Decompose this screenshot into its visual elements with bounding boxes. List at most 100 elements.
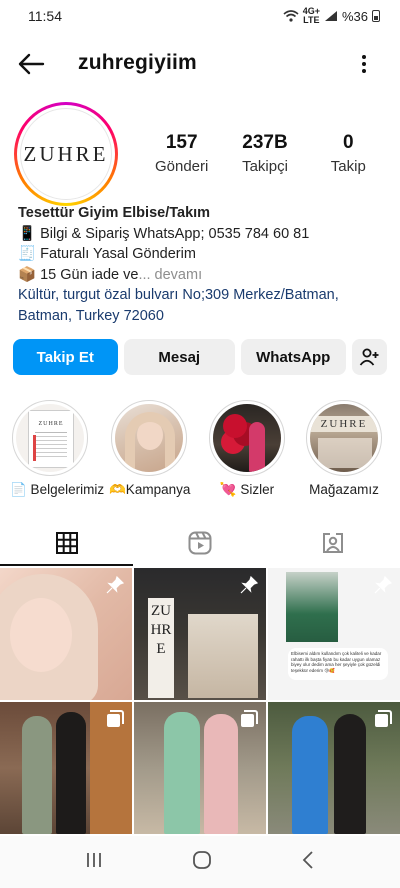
avatar-logo-text: ZUHRE [23, 141, 109, 166]
campaign-hijab [125, 412, 175, 472]
battery-icon [372, 10, 380, 22]
multi-photo-icon [240, 710, 258, 733]
profile-header: zuhregiyiim [0, 40, 400, 88]
profile-actions: Takip Et Mesaj WhatsApp [13, 339, 387, 375]
stat-posts[interactable]: 157 Gönderi [140, 132, 223, 175]
store-sign: ZUHRE [310, 416, 378, 432]
recent-apps-icon [86, 852, 101, 867]
store-sign-text: ZUHRE [320, 418, 368, 430]
post-thumbnail[interactable] [0, 568, 132, 700]
highlight-ring [209, 400, 285, 476]
bio-more-link[interactable]: ... devamı [138, 267, 202, 283]
bio-name: Tesettür Giyim Elbise/Takım [18, 205, 211, 221]
document-thumbnail: ZUHRE [28, 410, 74, 468]
message-button[interactable]: Mesaj [123, 339, 235, 375]
suggested-users-button[interactable] [351, 339, 387, 375]
avatar-story-ring[interactable]: ZUHRE [14, 102, 118, 206]
post-figure-1 [292, 716, 328, 834]
highlight-documents[interactable]: ZUHRE 📄 Belgelerimiz [10, 400, 105, 498]
post-thumbnail[interactable] [268, 702, 400, 834]
bio-line-return-text: 📦 15 Gün iade ve [18, 266, 139, 283]
store-interior [188, 614, 258, 698]
stat-following-label: Takip [330, 158, 366, 175]
chevron-left-icon [303, 850, 313, 869]
recent-apps-button[interactable] [85, 851, 103, 874]
tagged-icon [323, 533, 344, 553]
system-navigation-bar [0, 836, 400, 888]
follow-button[interactable]: Takip Et [13, 339, 118, 375]
add-user-icon [360, 348, 379, 366]
status-icons: 4G+ LTE %36 [283, 7, 380, 25]
tab-tagged[interactable] [267, 520, 400, 566]
grid-icon [55, 532, 78, 554]
bio-address-link[interactable]: Kültür, turgut özal bulvarı No;309 Merke… [18, 285, 388, 326]
highlight-store[interactable]: ZUHRE Mağazamız [304, 400, 384, 497]
highlight-campaign-label: 🫶Kampanya [109, 482, 191, 497]
highlight-documents-cover: ZUHRE [16, 404, 84, 472]
story-highlights: ZUHRE 📄 Belgelerimiz 🫶Kampanya 💘 Sizler [0, 400, 400, 500]
profile-stats: 157 Gönderi 237B Takipçi 0 Takip [140, 132, 390, 175]
post-face-shape [10, 598, 72, 672]
status-bar: 11:54 4G+ LTE %36 [0, 0, 400, 32]
stat-following-value: 0 [343, 132, 354, 153]
profile-username: zuhregiyiim [78, 51, 197, 74]
store-sign-vertical: ZUHRE [148, 598, 174, 698]
post-figure-2 [334, 714, 366, 834]
highlight-ring [111, 400, 187, 476]
post-thumbnail[interactable]: ZUHRE [134, 568, 266, 700]
more-vertical-icon [362, 62, 366, 66]
highlight-customers-cover [213, 404, 281, 472]
back-button[interactable] [16, 50, 46, 78]
highlight-campaign-cover [115, 404, 183, 472]
battery-percent: %36 [341, 8, 368, 24]
avatar: ZUHRE [20, 108, 112, 200]
wifi-icon [283, 10, 299, 22]
chat-bubble-text: Elbisemi aldım kullandım çok kaliteli ve… [291, 651, 382, 673]
highlight-customers[interactable]: 💘 Sizler [207, 400, 287, 498]
profile-bio: Tesettür Giyim Elbise/Takım 📱 Bilgi & Si… [18, 203, 388, 326]
profile-content-tabs [0, 520, 400, 566]
more-vertical-icon [362, 55, 366, 59]
network-indicator: 4G+ LTE [303, 7, 320, 25]
whatsapp-button[interactable]: WhatsApp [240, 339, 346, 375]
tab-posts-grid[interactable] [0, 520, 134, 566]
highlight-store-cover: ZUHRE [310, 404, 378, 472]
post-figure-1 [22, 716, 52, 834]
home-button[interactable] [192, 850, 212, 875]
stat-followers[interactable]: 237B Takipçi [223, 132, 306, 175]
document-lines [35, 432, 67, 433]
pin-icon [374, 575, 393, 599]
more-vertical-icon [362, 69, 366, 73]
post-thumbnail[interactable] [134, 702, 266, 834]
post-thumbnail[interactable] [0, 702, 132, 834]
reels-icon [188, 531, 212, 555]
arrow-left-icon [18, 53, 45, 75]
post-figure-2 [204, 714, 238, 834]
stat-posts-value: 157 [165, 132, 198, 153]
bio-line-return: 📦 15 Gün iade ve... devamı [18, 265, 388, 286]
store-sign-vertical-text: ZUHRE [150, 603, 172, 657]
signal-icon [324, 11, 337, 21]
stat-posts-label: Gönderi [154, 158, 209, 175]
bio-line-whatsapp: 📱 Bilgi & Sipariş WhatsApp; 0535 784 60 … [18, 225, 310, 242]
highlight-documents-label: 📄 Belgelerimiz [10, 482, 105, 497]
system-back-button[interactable] [301, 850, 315, 875]
avatar-frame: ZUHRE [17, 105, 115, 203]
bio-line-invoice: 🧾 Faturalı Yasal Gönderim [18, 246, 196, 262]
post-figure-1 [164, 712, 200, 834]
tab-reels[interactable] [133, 520, 266, 566]
multi-photo-icon [106, 710, 124, 733]
highlight-customers-label: 💘 Sizler [219, 482, 275, 497]
post-thumbnail[interactable]: Elbisemi aldım kullandım çok kaliteli ve… [268, 568, 400, 700]
stat-following[interactable]: 0 Takip [307, 132, 390, 175]
pin-icon [106, 575, 125, 599]
multi-photo-icon [374, 710, 392, 733]
highlight-campaign[interactable]: 🫶Kampanya [109, 400, 191, 498]
home-icon [193, 850, 211, 869]
stat-followers-value: 237B [242, 132, 288, 153]
highlight-ring: ZUHRE [306, 400, 382, 476]
more-options-button[interactable] [356, 52, 372, 76]
status-time: 11:54 [28, 8, 62, 24]
store-window [318, 438, 372, 468]
stat-followers-label: Takipçi [242, 158, 288, 175]
